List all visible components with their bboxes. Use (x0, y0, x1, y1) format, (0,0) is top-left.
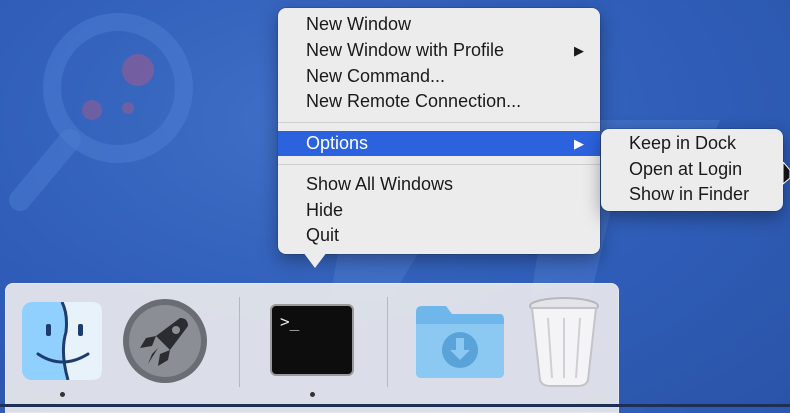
finder-icon[interactable] (22, 302, 102, 380)
mouse-cursor-icon (783, 162, 790, 185)
menu-item-new-window[interactable]: New Window (278, 12, 600, 37)
menu-pointer (303, 252, 327, 268)
menu-item-new-window-with-profile[interactable]: New Window with Profile ▶ (278, 38, 600, 63)
terminal-icon[interactable]: >_ (270, 304, 354, 376)
dock-divider (387, 297, 388, 387)
submenu-item-keep-in-dock[interactable]: Keep in Dock (601, 131, 783, 156)
dock-context-menu: New Window New Window with Profile ▶ New… (278, 8, 600, 254)
menu-item-label: Keep in Dock (629, 133, 737, 153)
menu-item-hide[interactable]: Hide (278, 198, 600, 223)
menu-item-new-remote-connection[interactable]: New Remote Connection... (278, 89, 600, 114)
menu-item-label: Open at Login (629, 159, 743, 179)
menu-item-label: Quit (306, 225, 340, 245)
downloads-folder-icon[interactable] (412, 302, 508, 380)
running-indicator (310, 392, 315, 397)
submenu-arrow-icon: ▶ (574, 43, 584, 58)
menu-separator (278, 122, 600, 123)
submenu-item-show-in-finder[interactable]: Show in Finder (601, 182, 783, 207)
menu-item-show-all-windows[interactable]: Show All Windows (278, 172, 600, 197)
submenu-arrow-icon: ▶ (574, 136, 584, 151)
launchpad-rocket-icon[interactable] (122, 298, 208, 384)
menu-item-quit[interactable]: Quit (278, 223, 600, 248)
submenu-item-open-at-login[interactable]: Open at Login (601, 157, 783, 182)
menu-separator (278, 164, 600, 165)
menu-item-label: New Window (306, 14, 412, 34)
menu-item-label: Options (306, 133, 369, 153)
running-indicator (60, 392, 65, 397)
dock-divider (239, 297, 240, 387)
menu-item-label: New Command... (306, 66, 446, 86)
menu-item-options[interactable]: Options ▶ (278, 131, 600, 156)
menu-item-new-command[interactable]: New Command... (278, 64, 600, 89)
menu-item-label: New Window with Profile (306, 40, 505, 60)
menu-item-label: New Remote Connection... (306, 91, 522, 111)
trash-icon[interactable] (526, 296, 602, 388)
options-submenu: Keep in Dock Open at Login Show in Finde… (601, 129, 783, 211)
menu-item-label: Show All Windows (306, 174, 454, 194)
menu-item-label: Hide (306, 200, 344, 220)
menu-item-label: Show in Finder (629, 184, 750, 204)
terminal-prompt: >_ (280, 312, 300, 331)
